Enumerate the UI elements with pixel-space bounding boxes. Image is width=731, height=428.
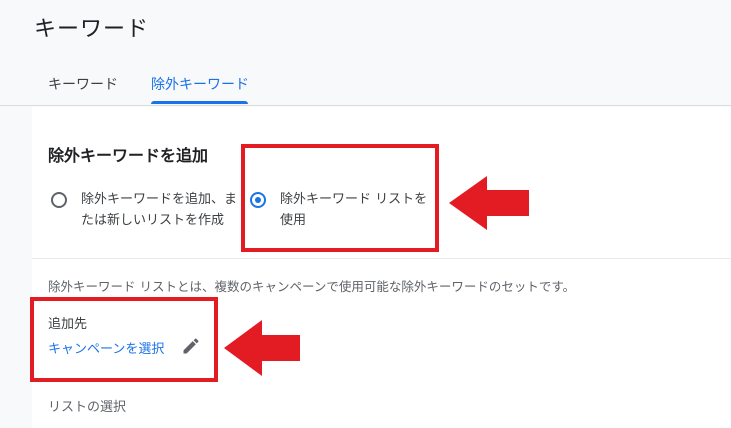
section-title: 除外キーワードを追加 xyxy=(48,146,209,165)
list-select-label: リストの選択 xyxy=(48,400,127,415)
tabs-divider xyxy=(0,105,731,106)
tab-keywords[interactable]: キーワード xyxy=(48,74,118,104)
radio-label-add-or-create: 除外キーワードを追加、または新しいリストを作成 xyxy=(81,192,238,228)
list-description: 除外キーワード リストとは、複数のキャンペーンで使用可能な除外キーワードのセット… xyxy=(48,279,576,294)
red-arrow-icon xyxy=(449,176,529,230)
highlight-box-campaign-select xyxy=(30,297,218,382)
page-title: キーワード xyxy=(34,17,150,42)
highlight-box-list-option xyxy=(241,144,439,252)
radio-button-unchecked[interactable] xyxy=(51,192,67,208)
red-arrow-icon xyxy=(224,320,300,376)
tab-active-indicator xyxy=(151,101,248,104)
content-divider xyxy=(32,258,731,259)
tab-bar: キーワード 除外キーワード xyxy=(0,62,731,106)
tab-negative-keywords[interactable]: 除外キーワード xyxy=(151,74,249,104)
